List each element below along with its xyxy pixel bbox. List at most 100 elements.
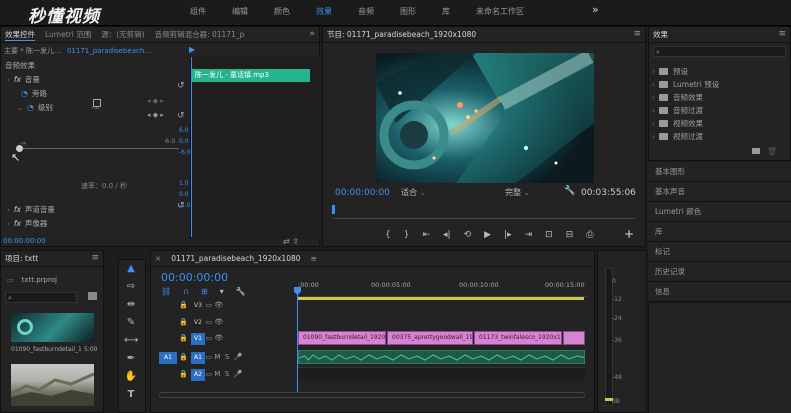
effects-item-lumetri-presets[interactable]: › Lumetri 预设 bbox=[652, 79, 719, 90]
video-clip-4[interactable] bbox=[563, 331, 585, 345]
section-history[interactable]: 历史记录 bbox=[648, 262, 791, 282]
ws-tab-effects[interactable]: 效果 bbox=[316, 6, 332, 17]
loop-icon[interactable]: ⟲ bbox=[464, 230, 472, 240]
effects-item-audio-transitions[interactable]: › 音频过渡 bbox=[652, 105, 703, 116]
effects-item-video-effects[interactable]: › 视频效果 bbox=[652, 118, 703, 129]
tab-source[interactable]: 源：(无剪辑) bbox=[101, 29, 144, 40]
play-button[interactable]: ▶ bbox=[484, 230, 491, 240]
play-only-icon[interactable]: ▶ bbox=[189, 45, 195, 54]
project-title[interactable]: 项目: txtt bbox=[5, 253, 38, 264]
level-value[interactable]: -∞ bbox=[91, 103, 100, 112]
selection-tool-icon[interactable]: ▲ bbox=[124, 263, 138, 277]
expand-triangle-icon[interactable]: › bbox=[7, 206, 10, 214]
add-button-icon[interactable]: + bbox=[624, 227, 634, 241]
track-v1-controls[interactable]: 🔒 ▭ 👁 bbox=[179, 334, 223, 342]
clip-thumbnail-1[interactable] bbox=[11, 313, 94, 342]
mini-footer-icons[interactable]: ⇄ ⇪ bbox=[283, 237, 299, 246]
ws-tab-graphics[interactable]: 图形 bbox=[400, 6, 416, 17]
tab-effect-controls[interactable]: 效果控件 bbox=[5, 29, 35, 41]
track-v2-controls[interactable]: 🔒 ▭ 👁 bbox=[179, 318, 223, 326]
ws-tab-assembly[interactable]: 组件 bbox=[190, 6, 206, 17]
volume-row[interactable]: › fx 音量 bbox=[1, 73, 187, 86]
ws-tab-audio[interactable]: 音频 bbox=[358, 6, 374, 17]
nest-icon[interactable]: ⛓ bbox=[161, 287, 171, 296]
program-timecode[interactable]: 00:00:00:00 bbox=[335, 188, 390, 198]
ws-tab-untitled[interactable]: 未命名工作区 bbox=[476, 6, 524, 17]
razor-tool-icon[interactable]: ✎ bbox=[124, 317, 138, 331]
ws-tab-editing[interactable]: 编辑 bbox=[232, 6, 248, 17]
tab-lumetri-scopes[interactable]: Lumetri 范围 bbox=[45, 29, 91, 40]
level-stopwatch-icon[interactable]: ◔ bbox=[27, 103, 34, 112]
video-clip-2[interactable]: 00375_aprettygoodwall_1920 bbox=[387, 331, 473, 345]
mini-scrollbar[interactable] bbox=[311, 57, 319, 237]
channel-volume-row[interactable]: › fx 声道音量 bbox=[1, 203, 187, 216]
fx-icon[interactable]: fx bbox=[14, 219, 21, 228]
new-bin-icon[interactable] bbox=[752, 148, 760, 154]
track-a1-controls[interactable]: 🔒 ▭ M S 🎤 bbox=[179, 353, 242, 361]
section-essential-graphics[interactable]: 基本图形 bbox=[648, 162, 791, 182]
stopwatch-icon[interactable]: ◔ bbox=[21, 89, 28, 98]
hand-tool-icon[interactable]: ✋ bbox=[124, 371, 138, 385]
go-to-out-icon[interactable]: ⇥ bbox=[525, 230, 533, 240]
bin-icon[interactable] bbox=[88, 292, 97, 300]
effects-item-video-transitions[interactable]: › 视频过渡 bbox=[652, 131, 703, 142]
level-keyframe-icon[interactable]: ◂ ◆ ▸ bbox=[147, 111, 164, 119]
go-to-in-icon[interactable]: ⇤ bbox=[422, 230, 430, 240]
settings-wrench-icon[interactable]: 🔧 bbox=[236, 287, 246, 296]
slip-tool-icon[interactable]: ⟷ bbox=[124, 335, 138, 349]
snap-icon[interactable]: ∩ bbox=[183, 287, 189, 296]
fx-icon[interactable]: fx bbox=[14, 75, 21, 84]
timeline-hscroll[interactable] bbox=[159, 392, 585, 398]
ws-tab-libraries[interactable]: 库 bbox=[442, 6, 450, 17]
step-forward-icon[interactable]: |▸ bbox=[504, 230, 512, 240]
effect-timecode[interactable]: 00:00:00:00 bbox=[3, 237, 46, 245]
track-a1-source[interactable]: A1 bbox=[159, 352, 177, 364]
tab-audio-mixer[interactable]: 音频剪辑混合器: 01171_p bbox=[155, 29, 245, 40]
project-search-input[interactable]: ⌕ bbox=[5, 292, 77, 303]
work-area-bar[interactable] bbox=[298, 297, 584, 300]
panel-menu-icon[interactable]: ≡ bbox=[311, 254, 317, 263]
expand-triangle-icon[interactable]: › bbox=[7, 220, 10, 228]
delete-icon[interactable]: 🗑 bbox=[767, 147, 777, 156]
panel-overflow-icon[interactable]: » bbox=[309, 29, 315, 39]
level-expand-icon[interactable]: ⌄ bbox=[17, 104, 23, 112]
track-v3-controls[interactable]: 🔒 ▭ 👁 bbox=[179, 301, 223, 309]
timeline-timecode[interactable]: 00:00:00:00 bbox=[161, 271, 228, 284]
export-frame-icon[interactable]: ⎙ bbox=[586, 230, 593, 240]
track-select-tool-icon[interactable]: ⇨ bbox=[124, 281, 138, 295]
section-essential-sound[interactable]: 基本声音 bbox=[648, 182, 791, 202]
section-lumetri-color[interactable]: Lumetri 颜色 bbox=[648, 202, 791, 222]
sequence-name[interactable]: 01171_paradisebeach… bbox=[67, 47, 151, 55]
expand-triangle-icon[interactable]: › bbox=[7, 76, 10, 84]
clip-thumbnail-2[interactable] bbox=[11, 364, 94, 406]
level-slider-track[interactable] bbox=[19, 148, 179, 149]
section-markers[interactable]: 标记 bbox=[648, 242, 791, 262]
close-icon[interactable]: × bbox=[155, 254, 161, 263]
project-file-row[interactable]: ▭ txtt.prproj bbox=[7, 276, 57, 284]
level-reset-icon[interactable]: ↺ bbox=[177, 111, 185, 121]
audio-clip-a2[interactable] bbox=[298, 367, 585, 381]
effects-title[interactable]: 效果 bbox=[653, 29, 668, 40]
mark-in-icon[interactable]: { bbox=[385, 230, 391, 240]
panel-menu-icon[interactable]: ≡ bbox=[633, 29, 641, 39]
fit-dropdown[interactable]: 适合 ⌄ bbox=[401, 187, 451, 198]
track-a2-controls[interactable]: 🔒 ▭ M S 🎤 bbox=[179, 370, 242, 378]
timeline-vscroll[interactable] bbox=[585, 299, 593, 391]
fx-icon[interactable]: fx bbox=[14, 205, 21, 214]
program-scrub-bar[interactable] bbox=[333, 205, 635, 219]
clip-path[interactable]: 主要 * 陈一发儿… bbox=[4, 46, 61, 56]
workspace-overflow-icon[interactable]: » bbox=[592, 3, 599, 16]
step-back-icon[interactable]: ◂| bbox=[443, 230, 451, 240]
sequence-tab[interactable]: 01171_paradisebeach_1920x1080 bbox=[171, 254, 300, 263]
pen-tool-icon[interactable]: ✒ bbox=[124, 353, 138, 367]
settings-wrench-icon[interactable]: 🔧 bbox=[564, 186, 575, 196]
effects-search-input[interactable]: ⌕ bbox=[653, 46, 786, 57]
quality-dropdown[interactable]: 完整 ⌄ bbox=[505, 187, 555, 198]
program-playhead[interactable] bbox=[332, 205, 335, 214]
panner-row[interactable]: › fx 声像器 bbox=[1, 217, 187, 230]
panel-menu-icon[interactable]: ≡ bbox=[778, 29, 786, 39]
effects-item-presets[interactable]: › 预设 bbox=[652, 66, 688, 77]
insert-icon[interactable]: ⊡ bbox=[545, 230, 553, 240]
section-info[interactable]: 信息 bbox=[648, 282, 791, 302]
timeline-ruler[interactable]: :00:00 00:00:05:00 00:00:10:00 00:00:15:… bbox=[297, 275, 587, 297]
